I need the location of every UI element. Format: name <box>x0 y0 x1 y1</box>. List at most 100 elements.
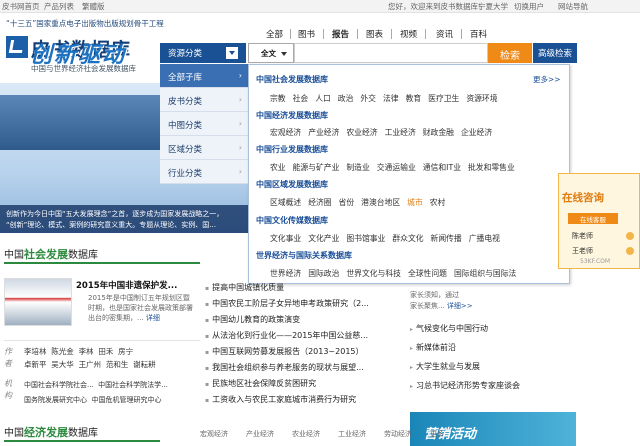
nav-charts[interactable]: 图表 <box>366 28 383 41</box>
news-item[interactable]: 从法治化到行业化——2015年中国公益慈... <box>205 330 368 341</box>
dropdown-item[interactable]: 医疗卫生 <box>428 94 459 103</box>
dropdown-more-link[interactable]: 更多>> <box>533 74 561 85</box>
dropdown-item[interactable]: 世界经济 <box>270 269 301 278</box>
right-list-item[interactable]: 新媒体前沿 <box>410 342 456 353</box>
dropdown-item[interactable]: 文化事业 <box>270 234 301 243</box>
institution-link[interactable]: 中国社会科学院法学... <box>98 381 168 389</box>
author-link[interactable]: 王广州 <box>79 360 102 369</box>
sidemenu-item-clc-category[interactable]: 中图分类 › <box>160 112 248 136</box>
nav-books[interactable]: 图书 <box>298 28 315 41</box>
dropdown-item[interactable]: 农业经济 <box>346 128 377 137</box>
dropdown-item[interactable]: 人口 <box>315 94 331 103</box>
dropdown-item[interactable]: 教育 <box>406 94 422 103</box>
institution-link[interactable]: 中国社会科学院社会... <box>24 381 94 389</box>
dropdown-item[interactable]: 国际组织与国际法 <box>454 269 516 278</box>
dropdown-item[interactable]: 企业经济 <box>461 128 492 137</box>
dropdown-item[interactable]: 世界文化与科技 <box>346 269 401 278</box>
dropdown-item[interactable]: 政治 <box>338 94 354 103</box>
dropdown-item[interactable]: 能源与矿产业 <box>293 163 340 172</box>
dropdown-item[interactable]: 通信和IT业 <box>423 163 461 172</box>
dropdown-item[interactable]: 工业经济 <box>385 128 416 137</box>
topbar-link-traditional[interactable]: 繁體版 <box>82 1 105 12</box>
econ-tab[interactable]: 工业经济 <box>338 429 366 439</box>
nav-all[interactable]: 全部 <box>266 28 283 41</box>
author-link[interactable]: 吴大华 <box>51 360 74 369</box>
news-item[interactable]: 我国社会组织参与养老服务的现状与展望... <box>205 362 364 373</box>
dropdown-item[interactable]: 外交 <box>360 94 376 103</box>
sidemenu-item-all-sublibs[interactable]: 全部子库 › <box>160 64 248 88</box>
nav-encyclopedia[interactable]: 百科 <box>470 28 487 41</box>
news-item[interactable]: 中国幼儿教育的政策演变 <box>205 314 300 325</box>
sidemenu-item-pishu-category[interactable]: 皮书分类 › <box>160 88 248 112</box>
dropdown-item[interactable]: 区域概述 <box>270 198 301 207</box>
econ-tab[interactable]: 宏观经济 <box>200 429 228 439</box>
author-link[interactable]: 李培林 <box>24 347 47 356</box>
topbar-site-nav[interactable]: 网站导航 <box>558 1 588 12</box>
dropdown-item[interactable]: 群众文化 <box>392 234 423 243</box>
dropdown-item[interactable]: 社会 <box>293 94 309 103</box>
dropdown-item[interactable]: 全球性问题 <box>408 269 447 278</box>
sidemenu-item-industry-category[interactable]: 行业分类 › <box>160 160 248 184</box>
topbar-switch-user[interactable]: 切换用户 <box>514 1 544 12</box>
author-link[interactable]: 李林 <box>79 347 94 356</box>
dropdown-group-title[interactable]: 中国行业发展数据库 <box>256 144 328 155</box>
dropdown-item[interactable]: 文化产业 <box>308 234 339 243</box>
nav-reports[interactable]: 报告 <box>332 28 349 41</box>
dropdown-item[interactable]: 图书馆事业 <box>346 234 385 243</box>
chevron-down-icon[interactable] <box>226 47 238 59</box>
search-input[interactable] <box>294 43 488 63</box>
dropdown-item[interactable]: 国际政治 <box>308 269 339 278</box>
dropdown-item[interactable]: 新闻传播 <box>431 234 462 243</box>
right-feature-detail-link[interactable]: 详细>> <box>447 302 473 310</box>
news-item[interactable]: 中国互联网劳募发展报告（2013~2015） <box>205 346 363 357</box>
news-item[interactable]: 民族地区社会保障反贫困研究 <box>205 378 316 389</box>
econ-tab[interactable]: 农业经济 <box>292 429 320 439</box>
author-link[interactable]: 谢耘耕 <box>133 360 156 369</box>
feature-detail-link[interactable]: 详细 <box>146 314 160 322</box>
dropdown-group-title[interactable]: 中国区域发展数据库 <box>256 179 328 190</box>
news-item[interactable]: 中国农民工阶层子女异地申考政策研究（2... <box>205 298 369 309</box>
topbar-link-products[interactable]: 产品列表 <box>44 1 74 12</box>
feature-title[interactable]: 2015年中国非遗保护发... <box>76 279 177 291</box>
author-link[interactable]: 范和生 <box>106 360 129 369</box>
search-button[interactable]: 检索 <box>488 43 532 63</box>
institution-link[interactable]: 中国危机管理研究中心 <box>91 396 161 404</box>
dropdown-item[interactable]: 产业经济 <box>308 128 339 137</box>
econ-tab[interactable]: 劳动经济 <box>384 429 412 439</box>
nav-videos[interactable]: 视频 <box>400 28 417 41</box>
dropdown-item[interactable]: 城市 <box>407 198 423 207</box>
nav-news[interactable]: 资讯 <box>436 28 453 41</box>
chat-icon[interactable] <box>626 232 634 240</box>
dropdown-item[interactable]: 法律 <box>383 94 399 103</box>
dropdown-item[interactable]: 经济圈 <box>308 198 331 207</box>
dropdown-item[interactable]: 宏观经济 <box>270 128 301 137</box>
dropdown-item[interactable]: 批发和零售业 <box>468 163 515 172</box>
econ-tab-more[interactable]: 更多 <box>430 429 444 439</box>
topbar-link-home[interactable]: 皮书网首页 <box>2 1 40 12</box>
social-section-heading[interactable]: 中国社会发展数据库 <box>4 246 98 262</box>
dropdown-group-title[interactable]: 中国社会发展数据库 <box>256 74 328 85</box>
dropdown-item[interactable]: 港澳台地区 <box>361 198 400 207</box>
author-link[interactable]: 田禾 <box>98 347 113 356</box>
author-link[interactable]: 房宁 <box>118 347 133 356</box>
dropdown-item[interactable]: 省份 <box>339 198 355 207</box>
dropdown-item[interactable]: 农村 <box>430 198 446 207</box>
dropdown-item[interactable]: 财政金融 <box>423 128 454 137</box>
right-list-item[interactable]: 习总书记经济形势专家座谈会 <box>410 380 520 391</box>
dropdown-item[interactable]: 宗教 <box>270 94 286 103</box>
dropdown-item[interactable]: 农业 <box>270 163 286 172</box>
author-link[interactable]: 陈光金 <box>51 347 74 356</box>
dropdown-group-title[interactable]: 中国经济发展数据库 <box>256 110 328 121</box>
advanced-search-button[interactable]: 高级检索 <box>533 43 577 63</box>
dropdown-item[interactable]: 资源环境 <box>466 94 497 103</box>
consult-agent[interactable]: 王老师 <box>572 246 593 256</box>
institution-link[interactable]: 国务院发展研究中心 <box>24 396 87 404</box>
right-list-item[interactable]: 气候变化与中国行动 <box>410 323 488 334</box>
sidemenu-item-region-category[interactable]: 区域分类 › <box>160 136 248 160</box>
dropdown-item[interactable]: 制造业 <box>346 163 369 172</box>
consult-agent[interactable]: 陈老师 <box>572 231 593 241</box>
dropdown-group-title[interactable]: 中国文化传媒数据库 <box>256 215 328 226</box>
logo-icon[interactable] <box>6 36 28 58</box>
right-list-item[interactable]: 大学生就业与发展 <box>410 361 480 372</box>
dropdown-item[interactable]: 广播电视 <box>469 234 500 243</box>
